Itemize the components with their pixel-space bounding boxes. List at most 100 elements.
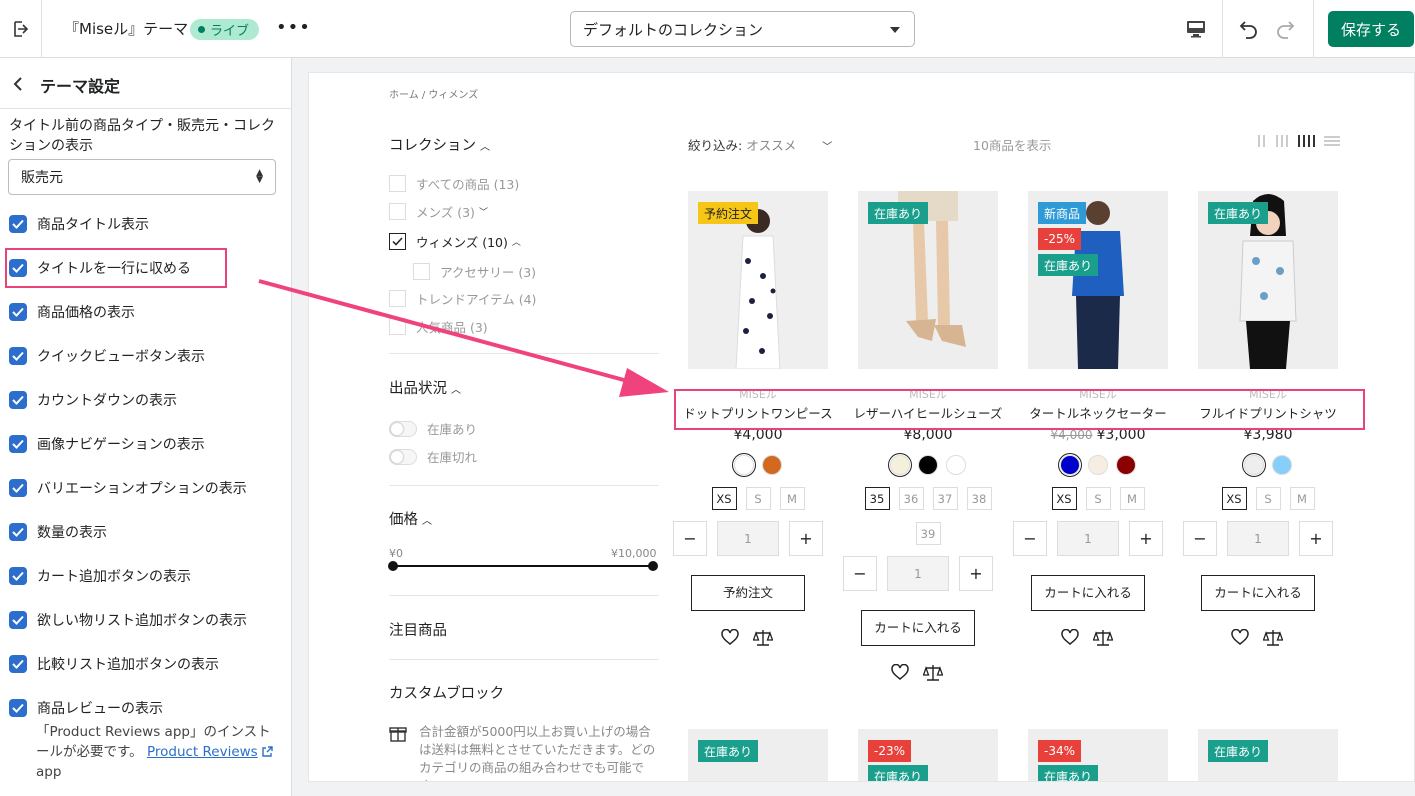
size-option[interactable]: XS xyxy=(711,487,737,510)
checkbox-checked-icon[interactable] xyxy=(9,391,27,409)
minus-icon[interactable]: − xyxy=(1013,521,1047,556)
size-option[interactable]: M xyxy=(779,487,805,510)
plus-icon[interactable]: + xyxy=(959,556,993,591)
checkbox-checked-icon[interactable] xyxy=(9,303,27,321)
setting-checkbox-row[interactable]: カウントダウンの表示 xyxy=(9,389,177,411)
size-option[interactable]: S xyxy=(745,487,771,510)
grid-3-icon[interactable] xyxy=(1275,135,1289,147)
color-swatch[interactable] xyxy=(734,455,754,475)
color-swatch[interactable] xyxy=(1116,455,1136,475)
minus-icon[interactable]: − xyxy=(1183,521,1217,556)
checkbox-checked-icon[interactable] xyxy=(9,347,27,365)
size-option[interactable]: 38 xyxy=(966,487,992,510)
compare-scale-icon[interactable] xyxy=(923,664,943,682)
in-stock-toggle[interactable]: 在庫あり xyxy=(389,419,477,438)
list-view-icon[interactable] xyxy=(1324,135,1340,147)
quantity-input[interactable]: 1 xyxy=(717,521,779,556)
product-image[interactable]: -34% 在庫あり xyxy=(1028,729,1168,781)
setting-checkbox-row[interactable]: クイックビューボタン表示 xyxy=(9,345,205,367)
undo-icon[interactable] xyxy=(1234,14,1264,44)
featured-products-heading[interactable]: 注目商品 xyxy=(389,619,447,640)
color-swatch[interactable] xyxy=(762,455,782,475)
compare-scale-icon[interactable] xyxy=(1263,629,1283,647)
setting-checkbox-row[interactable]: 商品タイトル表示 xyxy=(9,213,149,235)
quantity-input[interactable]: 1 xyxy=(887,556,949,591)
add-to-cart-button[interactable]: 予約注文 xyxy=(691,575,805,611)
filter-checkbox[interactable] xyxy=(389,174,406,192)
size-option[interactable]: 37 xyxy=(932,487,958,510)
collection-filter-item[interactable]: メンズ (3) ﹀ xyxy=(389,202,488,220)
filter-checkbox[interactable] xyxy=(389,232,406,250)
back-arrow-icon[interactable] xyxy=(9,74,29,94)
exit-icon[interactable] xyxy=(0,0,42,58)
product-image[interactable]: -23% 在庫あり xyxy=(858,729,998,781)
product-image[interactable]: 在庫あり xyxy=(1198,729,1338,781)
setting-checkbox-row[interactable]: 商品レビューの表示 xyxy=(9,697,163,719)
checkbox-checked-icon[interactable] xyxy=(9,655,27,673)
quantity-input[interactable]: 1 xyxy=(1227,521,1289,556)
price-slider-min-handle[interactable] xyxy=(388,561,398,571)
more-actions-button[interactable]: ••• xyxy=(276,17,310,41)
checkbox-checked-icon[interactable] xyxy=(9,435,27,453)
color-swatch[interactable] xyxy=(1244,455,1264,475)
collection-select[interactable]: デフォルトのコレクション xyxy=(570,11,915,47)
plus-icon[interactable]: + xyxy=(789,521,823,556)
size-option[interactable]: S xyxy=(1085,487,1111,510)
compare-scale-icon[interactable] xyxy=(753,629,773,647)
collection-filter-item[interactable]: ウィメンズ (10) ︿ xyxy=(389,232,521,250)
add-to-cart-button[interactable]: カートに入れる xyxy=(1031,575,1145,611)
plus-icon[interactable]: + xyxy=(1299,521,1333,556)
setting-checkbox-row[interactable]: 欲しい物リスト追加ボタンの表示 xyxy=(9,609,247,631)
setting-checkbox-row[interactable]: 画像ナビゲーションの表示 xyxy=(9,433,205,455)
heart-icon[interactable] xyxy=(891,664,909,682)
price-filter-heading[interactable]: 価格 ︿ xyxy=(389,508,432,529)
size-option[interactable]: S xyxy=(1255,487,1281,510)
product-image[interactable]: 在庫あり xyxy=(688,729,828,781)
checkbox-checked-icon[interactable] xyxy=(9,523,27,541)
save-button[interactable]: 保存する xyxy=(1328,11,1414,47)
setting-checkbox-row[interactable]: バリエーションオプションの表示 xyxy=(9,477,247,499)
setting-checkbox-row[interactable]: 数量の表示 xyxy=(9,521,107,543)
checkbox-checked-icon[interactable] xyxy=(9,215,27,233)
checkbox-checked-icon[interactable] xyxy=(9,567,27,585)
setting-checkbox-row[interactable]: カート追加ボタンの表示 xyxy=(9,565,191,587)
collection-filter-item[interactable]: すべての商品 (13) xyxy=(389,174,519,192)
size-option[interactable]: M xyxy=(1119,487,1145,510)
collection-filter-heading[interactable]: コレクション ︿ xyxy=(389,134,490,155)
price-slider-track[interactable] xyxy=(393,565,653,567)
setting-checkbox-row[interactable]: 商品価格の表示 xyxy=(9,301,135,323)
size-option[interactable]: M xyxy=(1289,487,1315,510)
price-slider-max-handle[interactable] xyxy=(648,561,658,571)
size-option[interactable]: 39 xyxy=(915,522,941,545)
color-swatch[interactable] xyxy=(946,455,966,475)
toggle-switch[interactable] xyxy=(389,420,417,437)
filter-checkbox[interactable] xyxy=(389,202,406,220)
heart-icon[interactable] xyxy=(721,629,739,647)
toggle-switch[interactable] xyxy=(389,448,417,465)
checkbox-checked-icon[interactable] xyxy=(9,611,27,629)
product-image[interactable]: 在庫あり xyxy=(1198,191,1338,369)
product-image[interactable]: 新商品 -25% 在庫あり xyxy=(1028,191,1168,369)
grid-2-icon[interactable] xyxy=(1257,135,1267,147)
color-swatch[interactable] xyxy=(918,455,938,475)
checkbox-checked-icon[interactable] xyxy=(9,479,27,497)
color-swatch[interactable] xyxy=(1060,455,1080,475)
plus-icon[interactable]: + xyxy=(1129,521,1163,556)
color-swatch[interactable] xyxy=(1272,455,1292,475)
add-to-cart-button[interactable]: カートに入れる xyxy=(1201,575,1315,611)
heart-icon[interactable] xyxy=(1061,629,1079,647)
color-swatch[interactable] xyxy=(890,455,910,475)
size-option[interactable]: 35 xyxy=(864,487,890,510)
redo-icon[interactable] xyxy=(1270,14,1300,44)
grid-4-icon[interactable] xyxy=(1297,135,1316,147)
size-option[interactable]: 36 xyxy=(898,487,924,510)
compare-scale-icon[interactable] xyxy=(1093,629,1113,647)
heart-icon[interactable] xyxy=(1231,629,1249,647)
setting-checkbox-row[interactable]: 比較リスト追加ボタンの表示 xyxy=(9,653,219,675)
sort-select[interactable]: 絞り込み: オススメ ﹀ xyxy=(688,135,832,154)
product-image[interactable]: 予約注文 xyxy=(688,191,828,369)
color-swatch[interactable] xyxy=(1088,455,1108,475)
vendor-display-select[interactable]: 販売元 ▲ ▼ xyxy=(8,159,276,195)
minus-icon[interactable]: − xyxy=(843,556,877,591)
out-of-stock-toggle[interactable]: 在庫切れ xyxy=(389,447,477,466)
